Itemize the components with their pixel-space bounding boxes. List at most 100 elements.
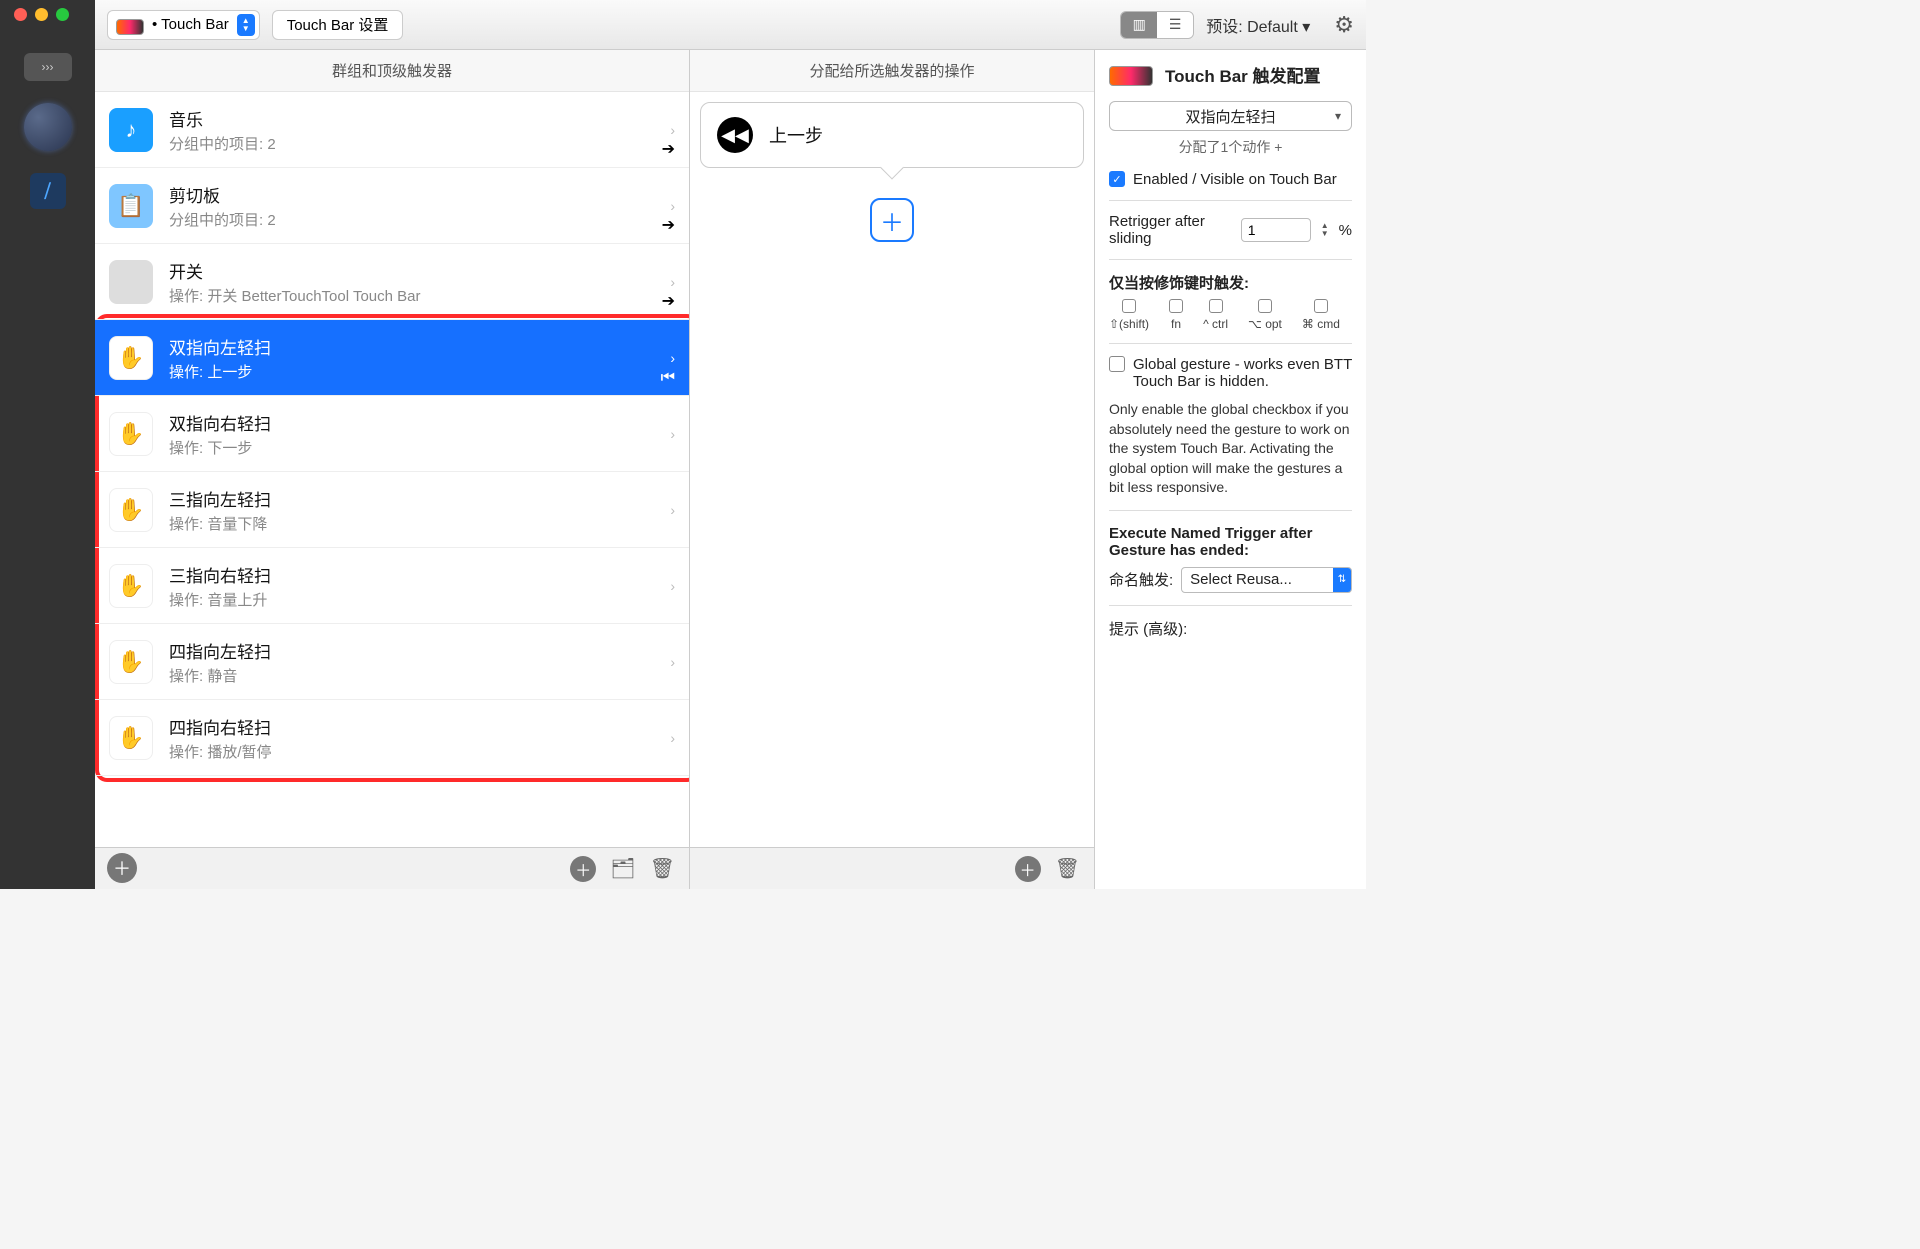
avatar-icon: [109, 260, 153, 304]
chevron-right-icon: ›: [670, 274, 675, 290]
add-trigger-button[interactable]: ＋: [570, 856, 596, 882]
chevron-right-icon: ›: [670, 198, 675, 214]
arrow-right-icon: ➔: [662, 215, 675, 235]
action-title: 上一步: [769, 122, 823, 148]
arrow-right-icon: ➔: [662, 139, 675, 159]
chevron-right-icon: ›: [670, 122, 675, 138]
context-select-label: • Touch Bar: [152, 16, 229, 33]
touchbar-chip-icon: [1109, 66, 1153, 86]
trigger-list[interactable]: ♪音乐分组中的项目: 2›➔📋剪切板分组中的项目: 2›➔开关操作: 开关 Be…: [95, 92, 689, 847]
rewind-icon: ◀◀: [717, 117, 753, 153]
modifier-option[interactable]: ⌥ opt: [1248, 299, 1282, 331]
modifier-checkbox[interactable]: [1169, 299, 1183, 313]
modifier-option[interactable]: ⇧(shift): [1109, 299, 1149, 331]
global-gesture-checkbox[interactable]: [1109, 356, 1125, 372]
preset-dropdown[interactable]: 预设: Default ▾: [1206, 13, 1310, 37]
chevron-right-icon: ›: [670, 654, 675, 670]
enabled-checkbox[interactable]: ✓: [1109, 171, 1125, 187]
context-select[interactable]: • Touch Bar ▲▼: [107, 10, 260, 40]
modifier-label: ⇧(shift): [1109, 317, 1149, 331]
triggers-header: 群组和顶级触发器: [95, 50, 689, 92]
gear-icon[interactable]: ⚙: [1334, 12, 1354, 38]
trigger-row[interactable]: 📋剪切板分组中的项目: 2›➔: [95, 168, 689, 244]
trash-icon[interactable]: 🗑: [650, 856, 675, 881]
inspector-title: Touch Bar 触发配置: [1165, 62, 1321, 87]
goto-start-icon: ⏮: [661, 369, 675, 387]
trigger-title: 双指向右轻扫: [169, 410, 654, 435]
chevron-down-icon: ▾: [1335, 109, 1341, 123]
trigger-subtitle: 操作: 静音: [169, 665, 654, 686]
list-view-icon[interactable]: ☰: [1157, 12, 1193, 38]
modifier-option[interactable]: ^ ctrl: [1203, 299, 1228, 331]
hand-icon: ✋: [109, 488, 153, 532]
retrigger-label: Retrigger after sliding: [1109, 213, 1231, 247]
trigger-title: 三指向右轻扫: [169, 562, 654, 587]
modifier-checkbox[interactable]: [1209, 299, 1223, 313]
top-toolbar: • Touch Bar ▲▼ Touch Bar 设置 ▥ ☰ 预设: Defa…: [95, 0, 1366, 50]
action-card[interactable]: ◀◀ 上一步: [700, 102, 1084, 168]
touchbar-settings-button[interactable]: Touch Bar 设置: [272, 10, 404, 40]
trash-icon[interactable]: 🗑: [1055, 856, 1080, 881]
hand-icon: ✋: [109, 640, 153, 684]
trigger-title: 三指向左轻扫: [169, 486, 654, 511]
gesture-select[interactable]: 双指向左轻扫 ▾: [1109, 101, 1352, 131]
columns-view-icon[interactable]: ▥: [1121, 12, 1157, 38]
app-dock: ››› ⧸: [0, 0, 95, 889]
triggers-bottom-bar: 🔍 ＋ 🗂 🗑: [95, 847, 689, 889]
add-action-button[interactable]: ＋: [870, 198, 914, 242]
trigger-title: 剪切板: [169, 182, 654, 207]
trigger-row[interactable]: ✋三指向右轻扫操作: 音量上升›: [95, 548, 689, 624]
trigger-row[interactable]: ✋双指向左轻扫操作: 上一步›⏮: [95, 320, 689, 396]
modifier-checkbox[interactable]: [1258, 299, 1272, 313]
hand-icon: ✋: [109, 564, 153, 608]
hand-icon: ✋: [109, 336, 153, 380]
arrow-right-icon: ➔: [662, 291, 675, 311]
dock-globe-icon[interactable]: [24, 103, 72, 151]
folder-music-icon: ♪: [109, 108, 153, 152]
dock-vscode-icon[interactable]: ⧸: [30, 173, 66, 209]
trigger-subtitle: 操作: 播放/暂停: [169, 741, 654, 762]
hand-icon: ✋: [109, 412, 153, 456]
modifier-checkbox[interactable]: [1314, 299, 1328, 313]
global-gesture-label: Global gesture - works even BTT Touch Ba…: [1133, 356, 1352, 390]
dock-shortcut-icon[interactable]: ›››: [24, 53, 72, 81]
modifier-label: ^ ctrl: [1203, 317, 1228, 331]
assigned-actions-label[interactable]: 分配了1个动作 +: [1109, 137, 1352, 157]
modifier-label: ⌥ opt: [1248, 317, 1282, 331]
modifier-label: ⌘ cmd: [1302, 317, 1340, 331]
chevron-right-icon: ›: [670, 502, 675, 518]
trigger-row[interactable]: ✋三指向左轻扫操作: 音量下降›: [95, 472, 689, 548]
chevron-updown-icon: ⇅: [1333, 568, 1351, 592]
modifier-option[interactable]: fn: [1169, 299, 1183, 331]
window-traffic-lights[interactable]: [14, 8, 69, 21]
view-mode-segment[interactable]: ▥ ☰: [1120, 11, 1194, 39]
modifier-label: fn: [1171, 317, 1181, 331]
modifier-checkbox[interactable]: [1122, 299, 1136, 313]
trigger-title: 开关: [169, 258, 654, 283]
trigger-row[interactable]: ✋双指向右轻扫操作: 下一步›: [95, 396, 689, 472]
enabled-label: Enabled / Visible on Touch Bar: [1133, 171, 1337, 188]
trigger-row[interactable]: ✋四指向右轻扫操作: 播放/暂停›: [95, 700, 689, 776]
exec-label: Execute Named Trigger after Gesture has …: [1109, 525, 1352, 559]
chevron-right-icon: ›: [670, 578, 675, 594]
chevron-right-icon: ›: [670, 730, 675, 746]
stepper-icon[interactable]: ▲▼: [1321, 222, 1329, 238]
trigger-subtitle: 分组中的项目: 2: [169, 133, 654, 154]
add-action-button-2[interactable]: ＋: [1015, 856, 1041, 882]
actions-bottom-bar: ＋ 🗑: [690, 847, 1094, 889]
chevron-updown-icon: ▲▼: [237, 14, 255, 36]
trigger-row[interactable]: ♪音乐分组中的项目: 2›➔: [95, 92, 689, 168]
trigger-row[interactable]: 开关操作: 开关 BetterTouchTool Touch Bar›➔: [95, 244, 689, 320]
actions-column: 分配给所选触发器的操作 ◀◀ 上一步 ＋ ＋ 🗑: [690, 50, 1095, 889]
named-trigger-select[interactable]: Select Reusa... ⇅: [1181, 567, 1352, 593]
hint-label: 提示 (高级):: [1109, 618, 1352, 639]
modifier-option[interactable]: ⌘ cmd: [1302, 299, 1340, 331]
actions-header: 分配给所选触发器的操作: [690, 50, 1094, 92]
percent-label: %: [1339, 222, 1352, 239]
trigger-title: 四指向左轻扫: [169, 638, 654, 663]
retrigger-input[interactable]: [1241, 218, 1311, 242]
trigger-title: 四指向右轻扫: [169, 714, 654, 739]
folder-add-icon[interactable]: 🗂: [610, 856, 635, 881]
add-fab-button[interactable]: ＋: [107, 853, 137, 883]
trigger-row[interactable]: ✋ 四指向左轻扫操作: 静音 ›: [95, 624, 689, 700]
